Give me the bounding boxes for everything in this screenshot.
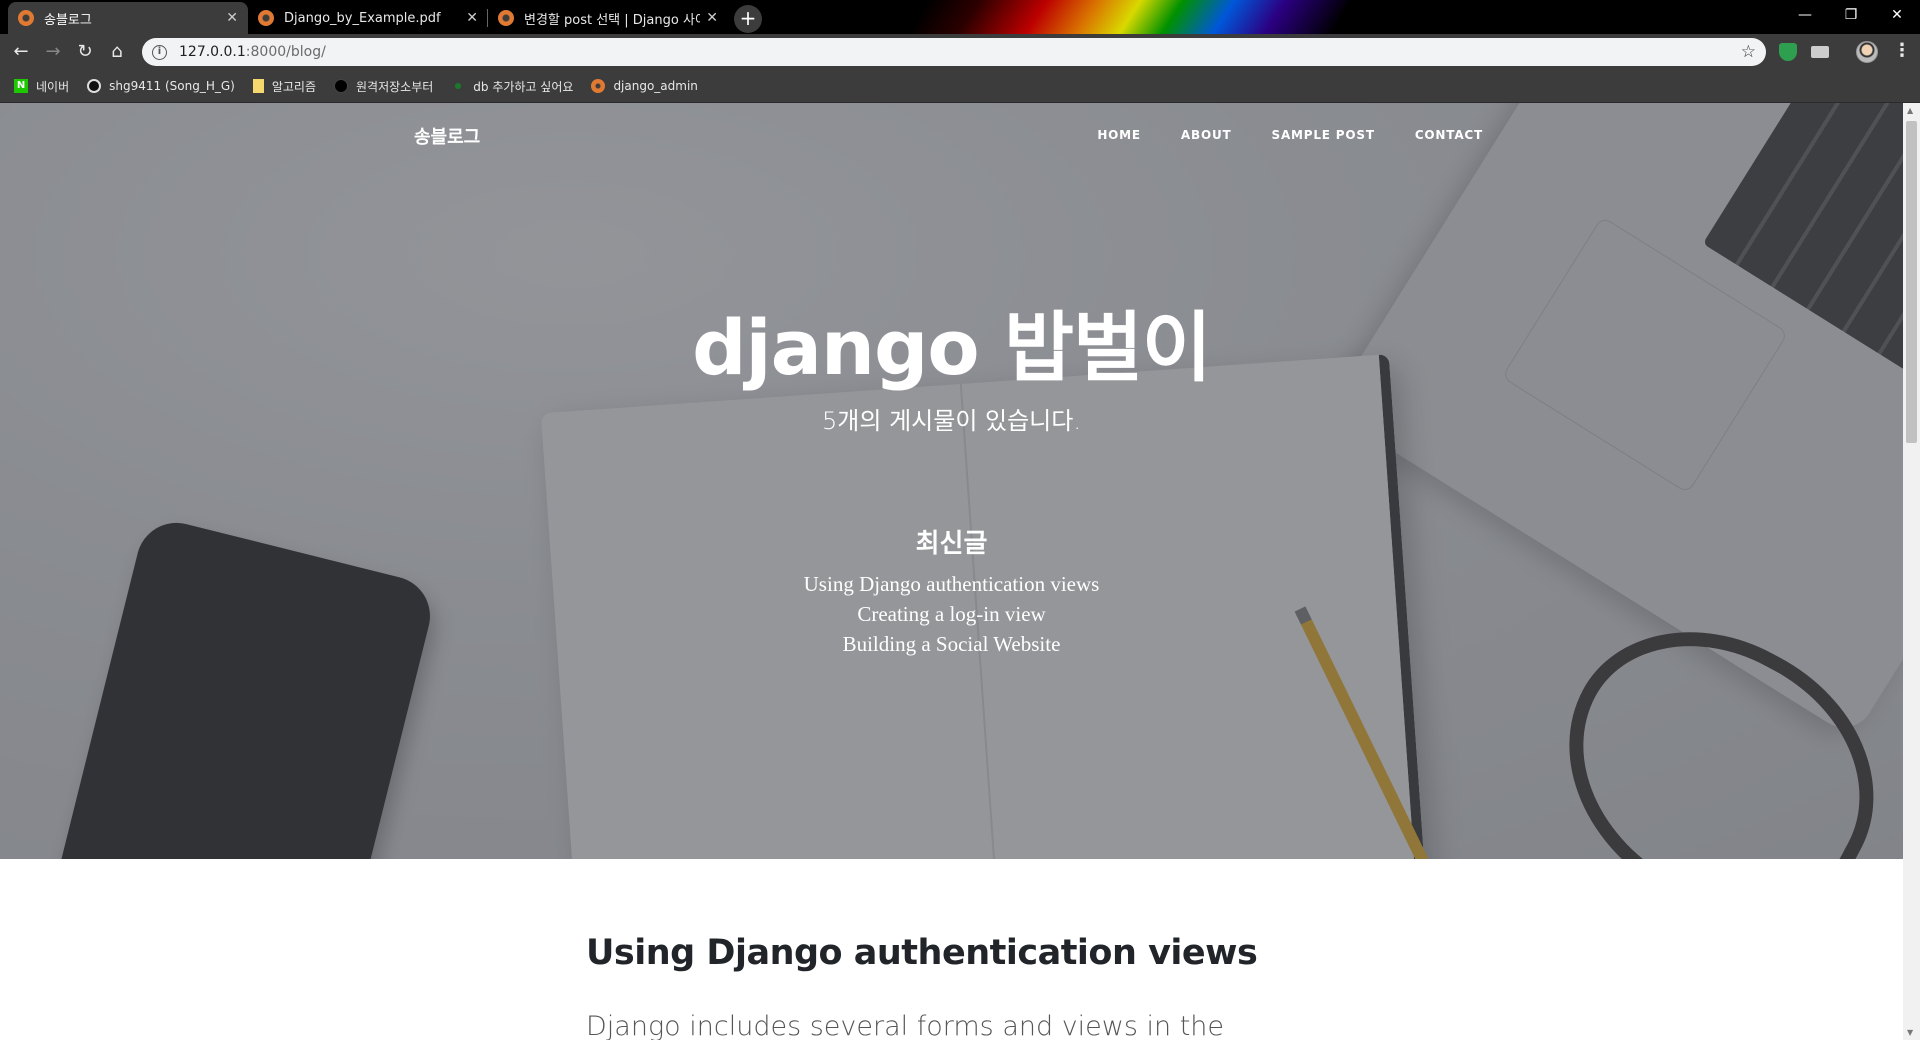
bookmark-star-icon[interactable]: ☆ [1741, 42, 1756, 62]
new-tab-button[interactable]: + [734, 5, 762, 33]
masthead: 송블로그 HOME ABOUT SAMPLE POST CONTACT djan… [0, 103, 1903, 859]
post-preview: Using Django authentication views Django… [586, 933, 1366, 1040]
back-icon[interactable]: ← [8, 40, 34, 66]
recent-post-link[interactable]: Building a Social Website [0, 629, 1903, 659]
bookmark-algorithm-folder[interactable]: 알고리즘 [252, 78, 316, 95]
recent-posts-heading: 최신글 [915, 529, 988, 559]
nav-home-link[interactable]: HOME [1097, 128, 1141, 142]
tab-django-admin[interactable]: 변경할 post 선택 | Django 사이 ✕ [488, 2, 728, 34]
profile-avatar[interactable] [1856, 41, 1878, 63]
browser-toolbar: ← → ↻ ⌂ i 127.0.0.1:8000/blog/ ☆ ⋮ [0, 34, 1920, 70]
tab-title: 송블로그 [44, 12, 92, 28]
django-favicon-icon [18, 10, 34, 26]
browser-menu-icon[interactable]: ⋮ [1893, 40, 1911, 61]
tab-title: Django_by_Example.pdf [284, 10, 441, 26]
bookmark-label: db 추가하고 싶어요 [473, 79, 574, 94]
django-favicon-icon [258, 10, 274, 26]
bookmark-label: django_admin [613, 79, 698, 93]
recent-posts-list: Using Django authentication views Creati… [0, 569, 1903, 659]
forward-icon[interactable]: → [40, 40, 66, 66]
minimize-button[interactable]: — [1782, 0, 1828, 30]
home-icon[interactable]: ⌂ [104, 40, 130, 66]
masthead-overlay [0, 103, 1903, 859]
reload-icon[interactable]: ↻ [72, 40, 98, 66]
bookmark-remote-repo[interactable]: 원격저장소부터 [334, 78, 433, 95]
bookmark-db[interactable]: db 추가하고 싶어요 [451, 78, 573, 95]
naver-icon: N [14, 79, 28, 93]
post-excerpt: Django includes several forms and views … [586, 1011, 1225, 1040]
page-scrollbar[interactable]: ▲ ▼ [1903, 103, 1920, 1040]
nav-about-link[interactable]: ABOUT [1181, 128, 1232, 142]
url-host: 127.0.0.1 [179, 44, 246, 60]
shield-extension-icon[interactable] [1779, 43, 1797, 61]
bookmark-label: 네이버 [36, 79, 70, 94]
page-viewport: 송블로그 HOME ABOUT SAMPLE POST CONTACT djan… [0, 103, 1903, 1040]
post-title-link[interactable]: Using Django authentication views [586, 933, 1366, 973]
bookmark-naver[interactable]: N 네이버 [14, 78, 69, 95]
theme-artwork [912, 0, 1348, 34]
close-tab-icon[interactable]: ✕ [706, 10, 718, 26]
dot-icon [455, 83, 462, 89]
url-path: :8000/blog/ [245, 44, 326, 60]
github-icon [87, 79, 102, 93]
scroll-up-icon[interactable]: ▲ [1907, 106, 1913, 115]
site-brand-link[interactable]: 송블로그 [414, 123, 480, 149]
bookmark-label: shg9411 (Song_H_G) [109, 79, 235, 93]
circle-icon [334, 79, 348, 93]
tab-title: 변경할 post 선택 | Django 사이 [524, 12, 701, 28]
recent-post-link[interactable]: Creating a log-in view [0, 599, 1903, 629]
site-navbar: 송블로그 HOME ABOUT SAMPLE POST CONTACT [0, 103, 1903, 167]
bookmark-label: 원격저장소부터 [356, 79, 434, 94]
bookmarks-bar: N 네이버 shg9411 (Song_H_G) 알고리즘 원격저장소부터 db… [0, 70, 1920, 103]
close-window-button[interactable]: ✕ [1874, 0, 1920, 30]
hero-subtitle: 5개의 게시물이 있습니다. [822, 407, 1081, 435]
hero-title: django 밥벌이 [692, 303, 1212, 392]
tab-django-pdf[interactable]: Django_by_Example.pdf ✕ [248, 2, 488, 34]
tab-songblog[interactable]: 송블로그 ✕ [8, 2, 248, 34]
bookmark-django-admin[interactable]: django_admin [591, 79, 698, 93]
cast-extension-icon[interactable] [1811, 46, 1829, 58]
recent-post-link[interactable]: Using Django authentication views [0, 569, 1903, 599]
site-info-icon[interactable]: i [152, 44, 167, 60]
nav-contact-link[interactable]: CONTACT [1415, 128, 1483, 142]
bookmark-github[interactable]: shg9411 (Song_H_G) [87, 79, 235, 93]
site-menu: HOME ABOUT SAMPLE POST CONTACT [1097, 128, 1483, 142]
django-favicon-icon [498, 10, 514, 26]
scroll-down-icon[interactable]: ▼ [1907, 1028, 1913, 1037]
close-tab-icon[interactable]: ✕ [226, 10, 238, 26]
scrollbar-thumb[interactable] [1906, 121, 1917, 443]
folder-icon [252, 79, 264, 93]
restore-button[interactable]: ❐ [1828, 0, 1874, 30]
django-icon [591, 79, 606, 93]
bookmark-label: 알고리즘 [271, 79, 316, 94]
address-bar[interactable]: i 127.0.0.1:8000/blog/ ☆ [142, 38, 1766, 66]
close-tab-icon[interactable]: ✕ [466, 10, 478, 26]
tab-strip: 송블로그 ✕ Django_by_Example.pdf ✕ 변경할 post … [0, 0, 1920, 34]
nav-sample-post-link[interactable]: SAMPLE POST [1272, 128, 1375, 142]
